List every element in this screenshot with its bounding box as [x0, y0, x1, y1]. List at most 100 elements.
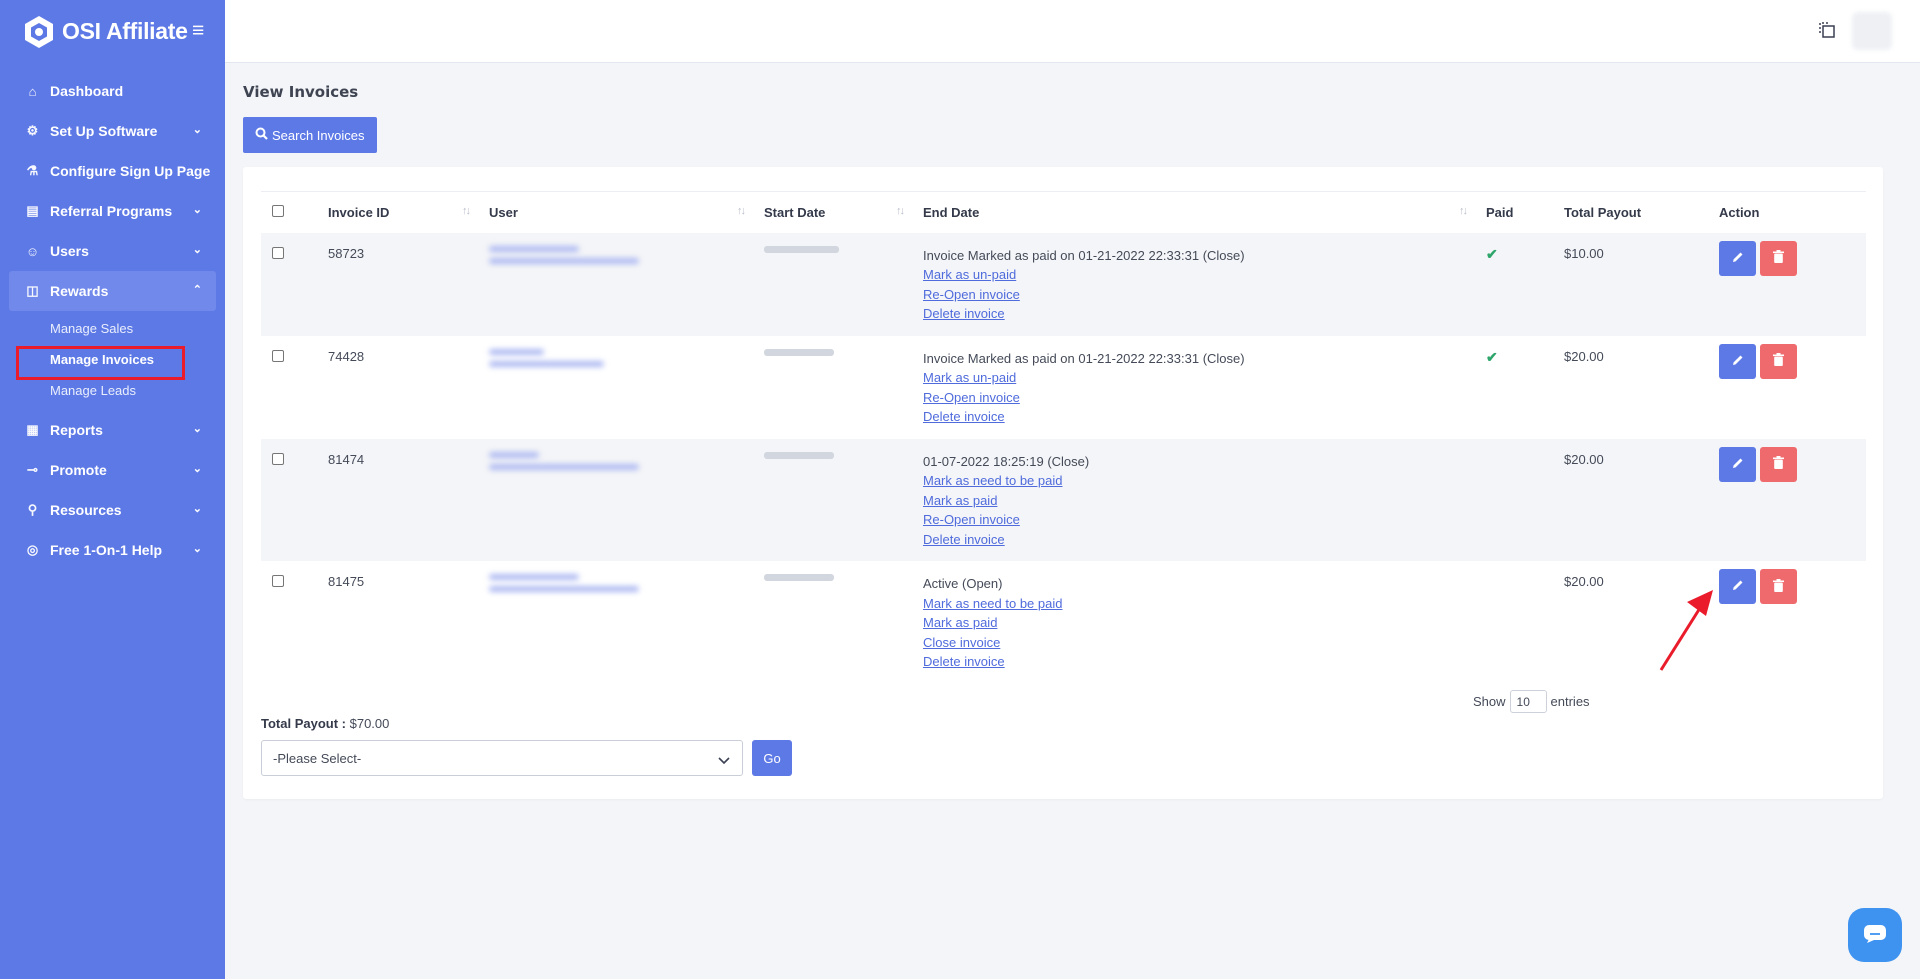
column-header-label: Start Date [764, 204, 826, 220]
sort-icon[interactable]: ↑↓ [896, 205, 905, 217]
delete-button[interactable] [1760, 240, 1797, 276]
delete-button[interactable] [1760, 343, 1797, 379]
chevron-down-icon [718, 753, 730, 768]
user-cell[interactable] [477, 561, 752, 684]
mark-paid-link[interactable]: Mark as paid [923, 613, 1474, 633]
action-cell [1707, 438, 1866, 561]
main-content: View Invoices Search Invoices Invoice ID… [243, 63, 1883, 799]
user-cell[interactable] [477, 232, 752, 336]
bulk-action-select[interactable]: -Please Select- [261, 740, 743, 776]
select-all-checkbox[interactable] [272, 205, 284, 218]
trash-icon [1773, 353, 1784, 369]
row-checkbox[interactable] [272, 246, 284, 259]
delete-button[interactable] [1760, 569, 1797, 604]
action-cell [1707, 336, 1866, 439]
total-payout-label: Total Payout : [261, 716, 346, 731]
delete-invoice-link[interactable]: Delete invoice [923, 530, 1474, 550]
column-header-user[interactable]: User ↑↓ [477, 191, 752, 233]
trash-icon [1773, 250, 1784, 266]
sidebar-item-rewards[interactable]: ◫ Rewards ⌃ [9, 271, 216, 311]
check-icon: ✔ [1486, 348, 1498, 365]
sidebar-item-users[interactable]: ☺ Users ⌄ [9, 231, 216, 271]
brand[interactable]: OSI Affiliate ≡ [0, 0, 225, 63]
row-checkbox-cell [261, 336, 316, 439]
sort-icon[interactable]: ↑↓ [462, 205, 471, 217]
delete-invoice-link[interactable]: Delete invoice [923, 304, 1474, 324]
sort-icon[interactable]: ↑↓ [737, 205, 746, 217]
edit-button[interactable] [1719, 343, 1756, 379]
sidebar-item-reports[interactable]: ▦ Reports ⌄ [9, 410, 216, 450]
chat-widget-button[interactable] [1848, 908, 1902, 962]
row-checkbox[interactable] [272, 349, 284, 362]
mark-paid-link[interactable]: Mark as paid [923, 491, 1474, 511]
column-header-end-date[interactable]: End Date ↑↓ [911, 191, 1474, 233]
column-header-action: Action [1707, 191, 1866, 233]
delete-button[interactable] [1760, 446, 1797, 482]
search-invoices-button[interactable]: Search Invoices [243, 117, 377, 153]
paid-cell [1474, 438, 1552, 561]
action-cell [1707, 561, 1866, 684]
start-date-cell [752, 232, 911, 336]
reopen-invoice-link[interactable]: Re-Open invoice [923, 510, 1474, 530]
trash-icon [1773, 456, 1784, 472]
row-checkbox[interactable] [272, 452, 284, 465]
column-header-label: Total Payout [1564, 204, 1642, 220]
user-cell[interactable] [477, 336, 752, 439]
hamburger-menu-icon[interactable]: ≡ [192, 20, 204, 41]
sidebar-subitem-manage-leads[interactable]: Manage Leads [0, 375, 225, 406]
user-icon: ☺ [25, 243, 40, 259]
sidebar-item-dashboard[interactable]: ⌂ Dashboard [9, 71, 216, 111]
edit-button[interactable] [1719, 446, 1756, 482]
close-invoice-link[interactable]: Close invoice [923, 633, 1474, 653]
sort-icon[interactable]: ↑↓ [1459, 205, 1468, 217]
total-payout-cell: $20.00 [1564, 348, 1604, 364]
chevron-down-icon: ⌄ [192, 244, 202, 256]
invoices-table: Invoice ID ↑↓ User ↑↓ Start Date ↑↓ End Dat… [261, 191, 1866, 684]
check-icon: ✔ [1486, 245, 1498, 262]
mark-need-to-be-paid-link[interactable]: Mark as need to be paid [923, 594, 1474, 614]
sidebar-item-label: Free 1-On-1 Help [50, 542, 163, 558]
invoice-id-cell: 74428 [328, 348, 365, 364]
entries-input[interactable]: 10 [1509, 690, 1547, 713]
end-status-text: 01-07-2022 18:25:19 (Close) [923, 453, 1090, 469]
table-row: 74428 Invoice Marked as paid on 01-21-20… [261, 336, 1866, 439]
delete-invoice-link[interactable]: Delete invoice [923, 407, 1474, 427]
invoice-id-cell: 81475 [328, 574, 365, 589]
avatar[interactable] [1852, 12, 1892, 50]
row-checkbox[interactable] [272, 575, 284, 587]
start-date-cell [752, 438, 911, 561]
sidebar-item-promote[interactable]: ⊸ Promote ⌄ [9, 450, 216, 490]
mark-unpaid-link[interactable]: Mark as un-paid [923, 368, 1474, 388]
mark-unpaid-link[interactable]: Mark as un-paid [923, 265, 1474, 285]
copy-icon[interactable] [1818, 21, 1836, 39]
go-button[interactable]: Go [752, 740, 792, 776]
rewards-submenu: Manage Sales Manage Invoices Manage Lead… [0, 311, 225, 410]
edit-button[interactable] [1719, 569, 1756, 604]
sidebar-nav: ⌂ Dashboard ⚙ Set Up Software ⌄ ⚗ Config… [0, 63, 225, 570]
sidebar-item-label: Promote [50, 462, 107, 478]
reopen-invoice-link[interactable]: Re-Open invoice [923, 285, 1474, 305]
pencil-icon [1732, 457, 1744, 472]
sidebar-item-free-help[interactable]: ◎ Free 1-On-1 Help ⌄ [9, 530, 216, 570]
user-redacted [489, 245, 752, 264]
column-header-invoice-id[interactable]: Invoice ID ↑↓ [316, 191, 477, 233]
sidebar-item-set-up-software[interactable]: ⚙ Set Up Software ⌄ [9, 111, 216, 151]
lifebuoy-icon: ◎ [26, 542, 39, 557]
mark-need-to-be-paid-link[interactable]: Mark as need to be paid [923, 471, 1474, 491]
delete-invoice-link[interactable]: Delete invoice [923, 652, 1474, 672]
sidebar-subitem-label: Manage Sales [50, 321, 134, 336]
sidebar-item-referral-programs[interactable]: ▤ Referral Programs ⌄ [9, 191, 216, 231]
sidebar-item-configure-sign-up-page[interactable]: ⚗ Configure Sign Up Page [9, 151, 216, 191]
column-header-paid: Paid [1474, 191, 1552, 233]
user-redacted [489, 574, 752, 592]
topbar [225, 0, 1920, 63]
sidebar-item-resources[interactable]: ⚲ Resources ⌄ [9, 490, 216, 530]
column-header-label: Action [1719, 204, 1760, 220]
reopen-invoice-link[interactable]: Re-Open invoice [923, 388, 1474, 408]
column-header-start-date[interactable]: Start Date ↑↓ [752, 191, 911, 233]
edit-button[interactable] [1719, 240, 1756, 276]
sidebar-subitem-manage-invoices[interactable]: Manage Invoices [0, 344, 225, 380]
chevron-down-icon: ⌄ [192, 543, 202, 555]
user-cell[interactable] [477, 438, 752, 561]
sidebar-subitem-manage-sales[interactable]: Manage Sales [0, 313, 225, 344]
